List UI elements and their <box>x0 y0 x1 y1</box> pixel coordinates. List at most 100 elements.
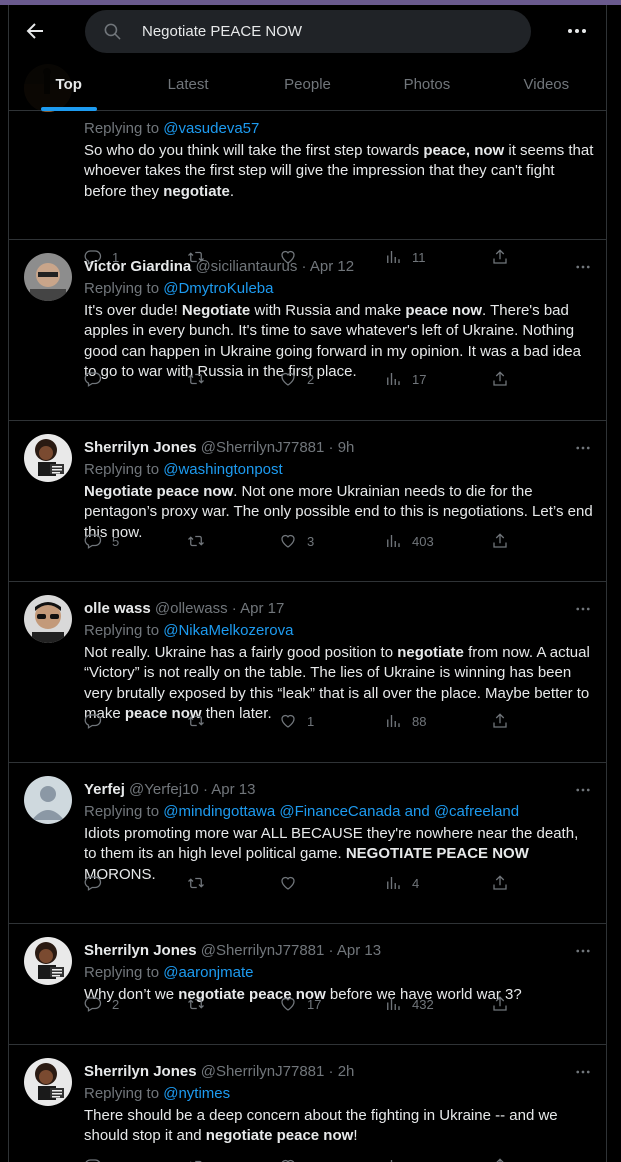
replying-to-label: Replying to <box>84 622 164 639</box>
reply-button[interactable]: 5 <box>84 531 119 551</box>
avatar[interactable] <box>24 937 72 985</box>
share-icon <box>496 1158 504 1162</box>
share-button[interactable] <box>491 873 509 893</box>
author-name[interactable]: olle wass <box>84 600 151 617</box>
search-input[interactable]: Negotiate PEACE NOW <box>85 10 531 53</box>
share-button[interactable] <box>491 369 509 389</box>
replying-to-link[interactable]: @aaronjmate <box>163 964 253 981</box>
avatar[interactable] <box>24 253 72 301</box>
tweet-date[interactable]: 2h <box>338 1063 355 1080</box>
share-button[interactable] <box>491 711 509 731</box>
author-handle[interactable]: @ollewass <box>155 600 228 617</box>
share-button[interactable] <box>491 531 509 551</box>
tweet-date[interactable]: Apr 17 <box>240 600 284 617</box>
retweet-button[interactable] <box>187 369 215 389</box>
replying-to-link[interactable]: @mindingottawa @FinanceCanada and @cafre… <box>163 803 519 820</box>
tweet-more-button[interactable] <box>574 942 592 960</box>
replying-to-link[interactable]: @nytimes <box>163 1085 230 1102</box>
avatar[interactable] <box>24 1058 72 1106</box>
tab-latest[interactable]: Latest <box>128 61 247 111</box>
heart-icon <box>281 714 295 728</box>
retweet-icon <box>188 715 204 727</box>
tweet-item[interactable]: Sherrilyn Jones @SherrilynJ77881 · Apr 1… <box>9 924 606 1045</box>
author-handle[interactable]: @siciliantaurus <box>195 258 297 275</box>
tweet-item[interactable]: Yerfej @Yerfej10 · Apr 13 Replying to @mi… <box>9 763 606 924</box>
author-name[interactable]: Sherrilyn Jones <box>84 942 197 959</box>
like-button[interactable] <box>279 1156 307 1162</box>
replying-to-link[interactable]: @NikaMelkozerova <box>163 622 293 639</box>
author-handle[interactable]: @SherrilynJ77881 <box>201 942 325 959</box>
replying-to-link[interactable]: @washingtonpost <box>163 461 282 478</box>
tab-people[interactable]: People <box>248 61 367 111</box>
heart-icon <box>281 534 295 548</box>
back-button[interactable] <box>23 19 47 43</box>
like-button[interactable] <box>279 873 307 893</box>
arrow-left-icon <box>26 23 43 39</box>
views-button[interactable]: 432 <box>384 994 434 1014</box>
active-tab-indicator <box>40 107 97 111</box>
tweet-more-button[interactable] <box>574 439 592 457</box>
retweet-button[interactable] <box>187 711 215 731</box>
avatar[interactable] <box>24 595 72 643</box>
author-handle[interactable]: @SherrilynJ77881 <box>201 439 325 456</box>
tweet-more-button[interactable] <box>574 781 592 799</box>
tweet-item[interactable]: Sherrilyn Jones @SherrilynJ77881 · 2h Rep… <box>9 1045 606 1162</box>
author-name[interactable]: Victor Giardina <box>84 258 191 275</box>
views-icon <box>387 877 400 889</box>
tweet-item[interactable]: Sherrilyn Jones @SherrilynJ77881 · 9h Rep… <box>9 421 606 582</box>
retweet-button[interactable] <box>187 531 215 551</box>
author-handle[interactable]: @Yerfej10 <box>129 781 199 798</box>
highlighted-term: Negotiate <box>181 302 251 319</box>
tweet-item[interactable]: Victor Giardina @siciliantaurus · Apr 12… <box>9 240 606 421</box>
tab-photos[interactable]: Photos <box>367 61 486 111</box>
reply-button[interactable] <box>84 1156 112 1162</box>
reply-button[interactable] <box>84 711 112 731</box>
tweet-item[interactable]: olle wass @ollewass · Apr 17 Replying to … <box>9 582 606 763</box>
views-button[interactable]: 88 <box>384 711 426 731</box>
share-button[interactable] <box>491 1156 509 1162</box>
highlighted-term: peace, now <box>423 142 505 159</box>
author-name[interactable]: Sherrilyn Jones <box>84 439 197 456</box>
tweet-more-button[interactable] <box>574 258 592 276</box>
tweet-more-button[interactable] <box>574 600 592 618</box>
reply-icon <box>84 997 102 1012</box>
author-name[interactable]: Yerfej <box>84 781 125 798</box>
retweet-button[interactable] <box>187 994 215 1014</box>
views-button[interactable]: 403 <box>384 531 434 551</box>
views-button[interactable]: 17 <box>384 369 426 389</box>
reply-button[interactable]: 2 <box>84 994 119 1014</box>
tab-top[interactable]: Top <box>9 61 128 111</box>
replying-to-label: Replying to <box>84 461 164 478</box>
views-button[interactable]: 4 <box>384 873 419 893</box>
author-handle[interactable]: @SherrilynJ77881 <box>201 1063 325 1080</box>
tweet-header: Victor Giardina @siciliantaurus · Apr 12 <box>84 257 354 277</box>
like-button[interactable]: 1 <box>279 711 314 731</box>
retweet-button[interactable] <box>187 873 215 893</box>
tweet-more-button[interactable] <box>574 1063 592 1081</box>
tweet-date[interactable]: 9h <box>338 439 355 456</box>
tab-videos[interactable]: Videos <box>487 61 606 111</box>
share-icon <box>493 713 507 728</box>
tweet-date[interactable]: Apr 13 <box>337 942 381 959</box>
tweet-date[interactable]: Apr 13 <box>211 781 255 798</box>
like-button[interactable]: 3 <box>279 531 314 551</box>
search-query-text[interactable]: Negotiate PEACE NOW <box>142 23 302 40</box>
replying-to-link[interactable]: @DmytroKuleba <box>163 280 273 297</box>
reply-button[interactable] <box>84 369 112 389</box>
like-button[interactable]: 2 <box>279 369 314 389</box>
avatar[interactable] <box>24 434 72 482</box>
page-scrollbar-track[interactable] <box>607 5 621 1162</box>
author-name[interactable]: Sherrilyn Jones <box>84 1063 197 1080</box>
views-button[interactable]: 12 <box>384 1156 426 1162</box>
more-options-button[interactable] <box>565 19 589 43</box>
like-button[interactable]: 17 <box>279 994 321 1014</box>
replying-to-link[interactable]: @vasudeva57 <box>163 120 259 137</box>
views-count: 17 <box>412 371 427 387</box>
retweet-icon <box>188 535 204 547</box>
reply-button[interactable] <box>84 873 112 893</box>
share-button[interactable] <box>491 994 509 1014</box>
retweet-button[interactable] <box>187 1156 215 1162</box>
avatar[interactable] <box>24 776 72 824</box>
highlighted-term: Negotiate peace now <box>84 483 234 500</box>
tweet-date[interactable]: Apr 12 <box>310 258 354 275</box>
